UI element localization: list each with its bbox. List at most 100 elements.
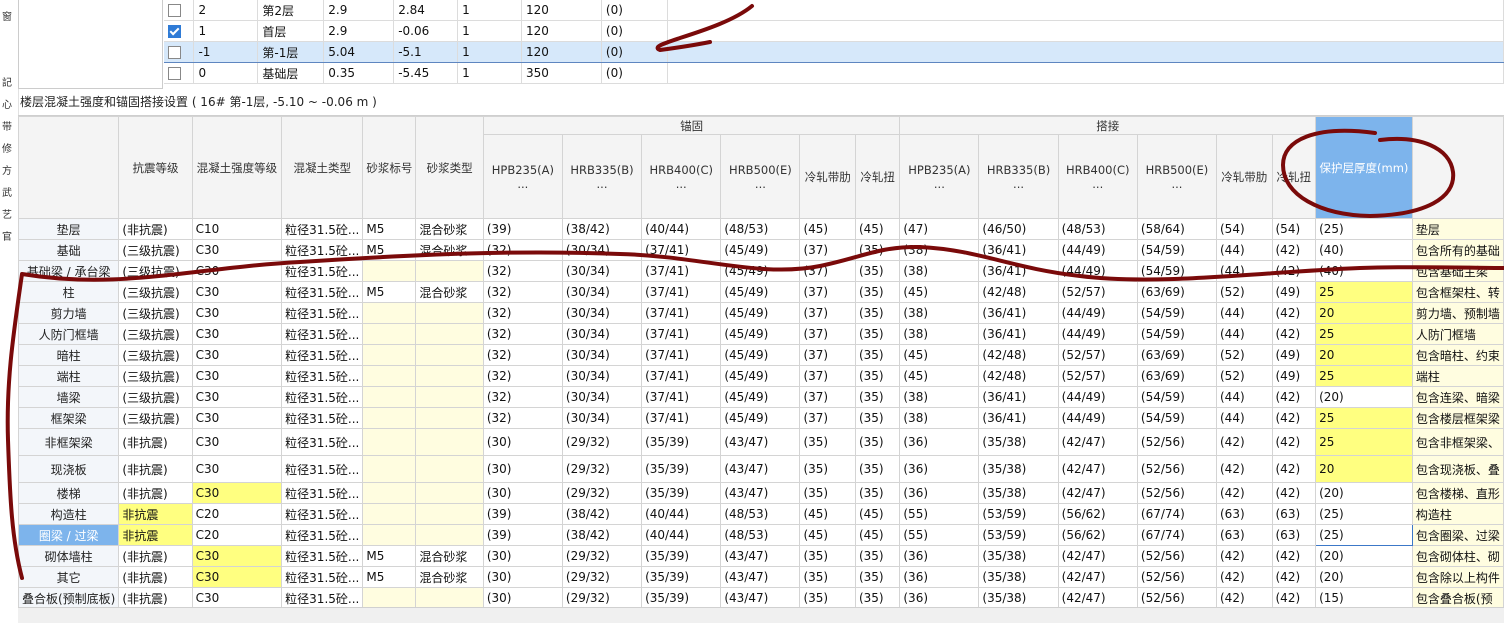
cell-note[interactable]: 垫层	[1411, 218, 1504, 240]
horizontal-scrollbar[interactable]	[18, 607, 1504, 623]
cell-lap[interactable]: (53/59)	[978, 524, 1059, 546]
cell-lap[interactable]: (63/69)	[1136, 344, 1218, 366]
cell-anchor[interactable]: (37)	[799, 281, 856, 303]
grid-row[interactable]: 叠合板(预制底板) (非抗震) C30 粒径31.5砼... (30) (29/32) (3…	[18, 587, 1504, 608]
cell-lap[interactable]: (44)	[1216, 407, 1273, 429]
cell-anchor[interactable]: (35/39)	[641, 455, 722, 483]
cell-anchor[interactable]: (43/47)	[720, 566, 801, 588]
cell-lap[interactable]: (35/38)	[978, 428, 1059, 456]
cell-lap[interactable]: (42)	[1271, 323, 1317, 345]
cell-concrete-grade[interactable]: C30	[191, 482, 283, 504]
cell-lap[interactable]: (49)	[1271, 365, 1317, 387]
cell-seismic[interactable]: (非抗震)	[118, 455, 193, 483]
cell-anchor[interactable]: (35)	[799, 482, 856, 504]
floor-cell-thickness[interactable]: 120	[521, 41, 602, 63]
cell-anchor[interactable]: (37)	[799, 239, 856, 261]
cell-anchor[interactable]: (45)	[854, 503, 901, 525]
cell-anchor[interactable]: (30)	[482, 428, 563, 456]
floor-cell-name[interactable]: 第2层	[257, 0, 325, 21]
cell-lap[interactable]: (44)	[1216, 323, 1273, 345]
cell-note[interactable]: 包含所有的基础	[1411, 239, 1504, 261]
cell-concrete-type[interactable]: 粒径31.5砼...	[281, 218, 364, 240]
cell-lap[interactable]: (52/56)	[1136, 455, 1218, 483]
cell-concrete-type[interactable]: 粒径31.5砼...	[281, 344, 364, 366]
cell-note[interactable]: 端柱	[1411, 365, 1504, 387]
cell-cover-thickness[interactable]: 25	[1315, 428, 1413, 456]
anchor-col-2[interactable]: HRB400(C)...	[641, 134, 722, 219]
cell-mortar-grade[interactable]	[362, 344, 417, 366]
cell-mortar-type[interactable]: 混合砂浆	[415, 281, 484, 303]
floor-row[interactable]: -1 第-1层 5.04 -5.1 1 120 (0)	[164, 41, 1504, 63]
cell-mortar-grade[interactable]	[362, 587, 417, 608]
floor-row[interactable]: 1 首层 2.9 -0.06 1 120 (0)	[164, 20, 1504, 42]
cell-lap[interactable]: (36)	[899, 455, 980, 483]
cell-anchor[interactable]: (35)	[799, 428, 856, 456]
cell-lap[interactable]: (44)	[1216, 386, 1273, 408]
cell-concrete-type[interactable]: 粒径31.5砼...	[281, 545, 364, 567]
cell-anchor[interactable]: (37/41)	[641, 386, 722, 408]
cell-concrete-type[interactable]: 粒径31.5砼...	[281, 566, 364, 588]
cell-lap[interactable]: (63)	[1216, 503, 1273, 525]
cell-lap[interactable]: (52/56)	[1136, 545, 1218, 567]
cell-lap[interactable]: (42)	[1271, 386, 1317, 408]
grid-row[interactable]: 砌体墙柱 (非抗震) C30 粒径31.5砼... M5 混合砂浆 (30) (29/32)(…	[18, 545, 1504, 567]
cell-anchor[interactable]: (35)	[854, 344, 901, 366]
cell-concrete-type[interactable]: 粒径31.5砼...	[281, 302, 364, 324]
cell-anchor[interactable]: (35)	[854, 482, 901, 504]
cell-anchor[interactable]: (30/34)	[561, 302, 643, 324]
cell-lap[interactable]: (56/62)	[1057, 503, 1138, 525]
grid-row[interactable]: 楼梯 (非抗震) C30 粒径31.5砼... (30) (29/32) (35/39) (4…	[18, 482, 1504, 504]
cell-concrete-grade[interactable]: C20	[191, 524, 283, 546]
grid-row[interactable]: 其它 (非抗震) C30 粒径31.5砼... M5 混合砂浆 (30) (29/32) (35…	[18, 566, 1504, 588]
cell-seismic[interactable]: (三级抗震)	[118, 302, 193, 324]
cell-mortar-grade[interactable]	[362, 482, 417, 504]
cell-seismic[interactable]: (三级抗震)	[118, 365, 193, 387]
cell-seismic[interactable]: 非抗震	[118, 503, 193, 525]
cell-seismic[interactable]: 非抗震	[118, 524, 193, 546]
cell-anchor[interactable]: (43/47)	[720, 587, 801, 608]
cell-anchor[interactable]: (30/34)	[561, 386, 643, 408]
cell-anchor[interactable]: (32)	[482, 407, 563, 429]
cell-lap[interactable]: (36)	[899, 587, 980, 608]
cell-anchor[interactable]: (48/53)	[720, 218, 801, 240]
cell-anchor[interactable]: (38/42)	[561, 524, 643, 546]
cell-anchor[interactable]: (35/39)	[641, 587, 722, 608]
cell-lap[interactable]: (47)	[899, 218, 980, 240]
floor-cell-thickness[interactable]: 120	[521, 20, 602, 42]
cell-cover-thickness[interactable]: (20)	[1315, 482, 1413, 504]
cell-anchor[interactable]: (45)	[854, 524, 901, 546]
cell-cover-thickness[interactable]: 20	[1315, 302, 1413, 324]
col-note[interactable]	[1411, 116, 1504, 219]
cell-lap[interactable]: (44)	[1216, 302, 1273, 324]
floor-cell-height[interactable]: 0.35	[323, 62, 395, 84]
cell-note[interactable]: 人防门框墙	[1411, 323, 1504, 345]
cell-lap[interactable]: (42/47)	[1057, 482, 1138, 504]
cell-concrete-grade[interactable]: C30	[191, 566, 283, 588]
cell-cover-thickness[interactable]: (20)	[1315, 545, 1413, 567]
cell-lap[interactable]: (42)	[1216, 566, 1273, 588]
cell-concrete-grade[interactable]: C30	[191, 344, 283, 366]
cell-lap[interactable]: (42/48)	[978, 344, 1059, 366]
cell-note[interactable]: 包含基础主梁	[1411, 260, 1504, 282]
floor-cell-height[interactable]: 2.9	[323, 20, 395, 42]
cell-anchor[interactable]: (29/32)	[561, 566, 643, 588]
floor-cell-code[interactable]: 0	[193, 62, 259, 84]
cell-lap[interactable]: (36)	[899, 545, 980, 567]
cell-mortar-type[interactable]: 混合砂浆	[415, 239, 484, 261]
cell-anchor[interactable]: (43/47)	[720, 545, 801, 567]
cell-lap[interactable]: (38)	[899, 260, 980, 282]
cell-lap[interactable]: (52/56)	[1136, 428, 1218, 456]
cell-anchor[interactable]: (35)	[799, 566, 856, 588]
cell-lap[interactable]: (42)	[1216, 428, 1273, 456]
floor-cell-elevation[interactable]: -5.45	[393, 62, 459, 84]
cell-anchor[interactable]: (32)	[482, 260, 563, 282]
cell-lap[interactable]: (49)	[1271, 281, 1317, 303]
cell-lap[interactable]: (35/38)	[978, 455, 1059, 483]
lap-col-0[interactable]: HPB235(A)...	[899, 134, 980, 219]
anchor-col-4[interactable]: 冷轧带肋	[799, 134, 856, 219]
cell-anchor[interactable]: (30)	[482, 455, 563, 483]
cell-mortar-type[interactable]: 混合砂浆	[415, 218, 484, 240]
cell-lap[interactable]: (52/56)	[1136, 482, 1218, 504]
cell-anchor[interactable]: (35)	[854, 455, 901, 483]
cell-lap[interactable]: (36/41)	[978, 302, 1059, 324]
